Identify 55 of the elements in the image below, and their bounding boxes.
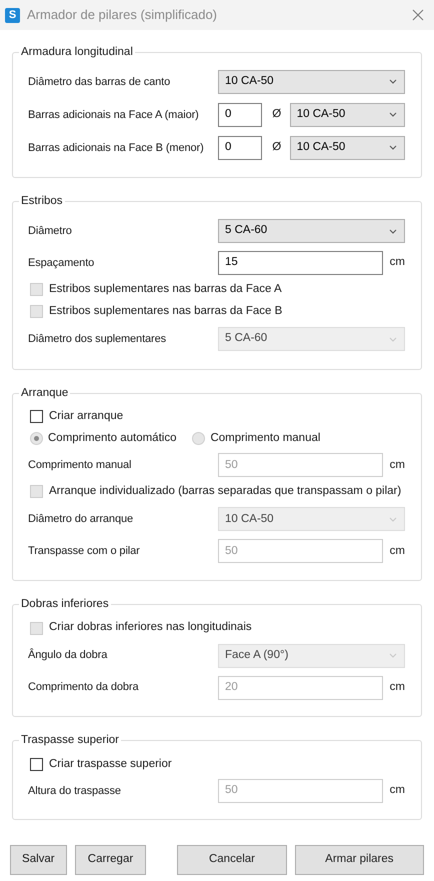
diameter-symbol: Ø [272, 107, 282, 122]
checkbox-label: Estribos suplementares nas barras da Face B [49, 304, 282, 319]
dropdown[interactable]: 5 CA-60 [218, 219, 405, 243]
close-icon[interactable] [412, 9, 424, 21]
field-label: Barras adicionais na Face B (menor) [28, 140, 205, 156]
dialog-button[interactable]: Armar pilares [294, 845, 424, 875]
caret-icon [389, 516, 397, 522]
group-title: Estribos [20, 194, 64, 210]
checkbox-label: Criar dobras inferiores nas longitudinais [49, 620, 252, 636]
caret-icon [389, 653, 397, 658]
caret-icon [389, 112, 398, 118]
input-field[interactable]: 15 [218, 251, 383, 275]
group-title: Dobras inferiores [20, 596, 110, 612]
field-label: Espaçamento [28, 256, 96, 271]
unit-label: cm [390, 544, 405, 559]
field-label: Altura do traspasse [28, 784, 122, 798]
radio-label: Comprimento automático [48, 431, 176, 446]
input-field[interactable]: 0 [218, 136, 262, 160]
unit-label: cm [390, 680, 405, 695]
caret-icon [389, 228, 397, 234]
checkbox-label: Criar arranque [49, 409, 124, 424]
dropdown[interactable]: 10 CA-50 [290, 136, 406, 160]
dropdown[interactable]: 10 CA-50 [290, 102, 406, 127]
group-title: Arranque [20, 386, 70, 400]
checkbox[interactable] [30, 410, 43, 424]
group-title: Armadura longitudinal [20, 45, 134, 60]
checkbox-label: Arranque individualizado (barras separadas que transpassam o pilar) [49, 484, 402, 500]
app-icon: S [5, 8, 20, 22]
field-label: Diâmetro dos suplementares [28, 332, 168, 347]
unit-label: cm [390, 255, 405, 270]
dropdown[interactable]: 10 CA-50 [218, 70, 405, 94]
checkbox-label: Estribos suplementares nas barras da Face A [49, 282, 282, 297]
caret-icon [389, 336, 397, 342]
dialog-button[interactable]: Salvar [10, 845, 67, 875]
field-label: Ângulo da dobra [28, 647, 108, 664]
dialog-button[interactable]: Carregar [74, 845, 146, 875]
field-label: Diâmetro [28, 224, 73, 239]
unit-label: cm [390, 783, 405, 798]
field-label: Transpasse com o pilar [28, 544, 141, 559]
checkbox-label: Criar traspasse superior [49, 756, 172, 772]
input-field[interactable]: 0 [218, 102, 262, 127]
radio-label: Comprimento manual [210, 431, 320, 446]
group-title: Traspasse superior [20, 733, 120, 748]
caret-icon [389, 145, 398, 150]
unit-label: cm [390, 458, 405, 473]
field-label: Diâmetro do arranque [28, 512, 134, 527]
field-label: Diâmetro das barras de canto [28, 74, 172, 90]
field-label: Comprimento da dobra [28, 680, 140, 696]
field-label: Barras adicionais na Face A (maior) [28, 108, 200, 122]
checkbox[interactable] [30, 758, 43, 771]
caret-icon [389, 79, 397, 84]
diameter-symbol: Ø [272, 140, 282, 156]
window-title: Armador de pilares (simplificado) [27, 6, 218, 24]
dialog-button[interactable]: Cancelar [177, 845, 287, 875]
field-label: Comprimento manual [28, 458, 132, 473]
